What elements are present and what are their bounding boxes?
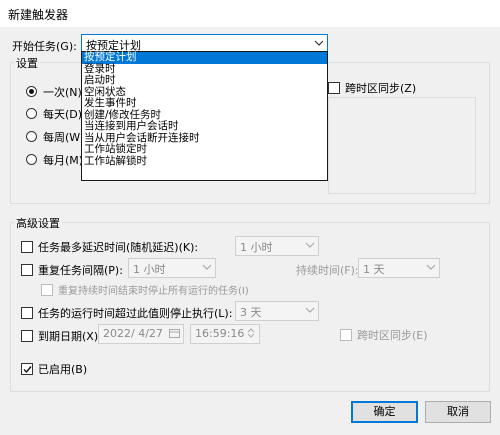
check-icon <box>23 366 32 374</box>
expire-time-value: 16:59:16 <box>195 327 245 340</box>
dropdown-option[interactable]: 登录时 <box>82 63 327 76</box>
radio-dot <box>26 86 37 97</box>
checkbox-box <box>21 330 33 342</box>
delay-label: 任务最多延迟时间(随机延迟)(K): <box>38 241 199 254</box>
start-task-dropdown-list[interactable]: 按预定计划 登录时 启动时 空闲状态 发生事件时 创建/修改任务时 当连接到用户… <box>81 51 328 181</box>
start-task-select[interactable]: 按预定计划 <box>81 34 328 52</box>
dropdown-option[interactable]: 工作站解锁时 <box>82 155 327 168</box>
radio-monthly[interactable]: 每月(M) <box>26 152 83 168</box>
expire-sync-label: 跨时区同步(E) <box>357 329 428 342</box>
start-task-label: 开始任务(G): <box>12 40 77 53</box>
radio-dot <box>26 108 37 119</box>
delay-select[interactable]: 1 小时 <box>235 236 319 256</box>
expire-date-value: 2022/ 4/27 <box>103 327 163 340</box>
checkbox-box <box>21 307 33 319</box>
dropdown-option[interactable]: 当连接到用户会话时 <box>82 120 327 133</box>
radio-dot <box>26 154 37 165</box>
repeat-checkbox[interactable]: 重复任务间隔(P): <box>21 262 123 278</box>
stop-running-label: 重复持续时间结束时停止所有运行的任务(I) <box>58 286 249 297</box>
recurrence-panel <box>328 97 476 194</box>
chevron-down-icon <box>202 264 212 270</box>
chevron-down-icon <box>305 242 315 248</box>
spinner-icon <box>247 328 255 338</box>
enabled-checkbox[interactable]: 已启用(B) <box>21 361 87 377</box>
expire-label: 到期日期(X): <box>38 330 102 343</box>
checkbox-box <box>41 284 53 296</box>
enabled-label: 已启用(B) <box>38 363 88 376</box>
radio-once-label: 一次(N) <box>43 86 82 99</box>
advanced-group-title: 高级设置 <box>14 215 62 231</box>
stop-running-checkbox[interactable]: 重复持续时间结束时停止所有运行的任务(I) <box>41 282 249 297</box>
radio-daily-label: 每天(D) <box>43 108 83 121</box>
dropdown-option[interactable]: 工作站锁定时 <box>82 143 327 156</box>
expire-sync-checkbox[interactable]: 跨时区同步(E) <box>340 327 428 343</box>
checkbox-box <box>21 241 33 253</box>
delay-checkbox[interactable]: 任务最多延迟时间(随机延迟)(K): <box>21 239 198 255</box>
duration-label: 持续时间(F): <box>296 264 359 277</box>
stop-if-longer-label: 任务的运行时间超过此值则停止执行(L): <box>38 307 233 320</box>
stop-if-longer-select[interactable]: 3 天 <box>235 301 319 321</box>
checkbox-box <box>21 264 33 276</box>
stop-if-longer-value: 3 天 <box>240 306 262 319</box>
stop-if-longer-checkbox[interactable]: 任务的运行时间超过此值则停止执行(L): <box>21 305 232 321</box>
repeat-label: 重复任务间隔(P): <box>38 264 123 277</box>
dropdown-option[interactable]: 发生事件时 <box>82 97 327 110</box>
dropdown-option[interactable]: 按预定计划 <box>82 51 327 64</box>
radio-weekly[interactable]: 每周(W) <box>26 129 84 145</box>
chevron-down-icon <box>305 307 315 313</box>
chevron-down-icon <box>314 40 324 46</box>
chevron-down-icon <box>426 264 436 270</box>
cancel-button[interactable]: 取消 <box>425 401 491 423</box>
expire-date-picker[interactable]: 2022/ 4/27 <box>98 324 184 344</box>
title-bar: 新建触发器 <box>0 0 500 28</box>
radio-daily[interactable]: 每天(D) <box>26 106 82 122</box>
checkbox-box <box>21 363 33 375</box>
ok-button[interactable]: 确定 <box>351 401 418 423</box>
expire-checkbox[interactable]: 到期日期(X): <box>21 328 102 344</box>
checkbox-box <box>328 82 340 94</box>
settings-group-title: 设置 <box>14 55 40 71</box>
duration-select[interactable]: 1 天 <box>358 258 440 278</box>
dropdown-option[interactable]: 启动时 <box>82 74 327 87</box>
radio-once[interactable]: 一次(N) <box>26 84 82 100</box>
delay-value: 1 小时 <box>240 241 273 254</box>
radio-weekly-label: 每周(W) <box>43 131 85 144</box>
checkbox-box <box>340 329 352 341</box>
repeat-value: 1 小时 <box>133 263 166 276</box>
timezone-sync-label: 跨时区同步(Z) <box>345 82 417 95</box>
duration-value: 1 天 <box>363 263 385 276</box>
radio-monthly-label: 每月(M) <box>43 154 84 167</box>
radio-dot <box>26 131 37 142</box>
window-title: 新建触发器 <box>8 8 69 22</box>
timezone-sync-checkbox[interactable]: 跨时区同步(Z) <box>328 80 416 96</box>
expire-time-picker[interactable]: 16:59:16 <box>190 324 260 344</box>
repeat-interval-select[interactable]: 1 小时 <box>128 258 216 278</box>
calendar-icon <box>169 329 180 338</box>
